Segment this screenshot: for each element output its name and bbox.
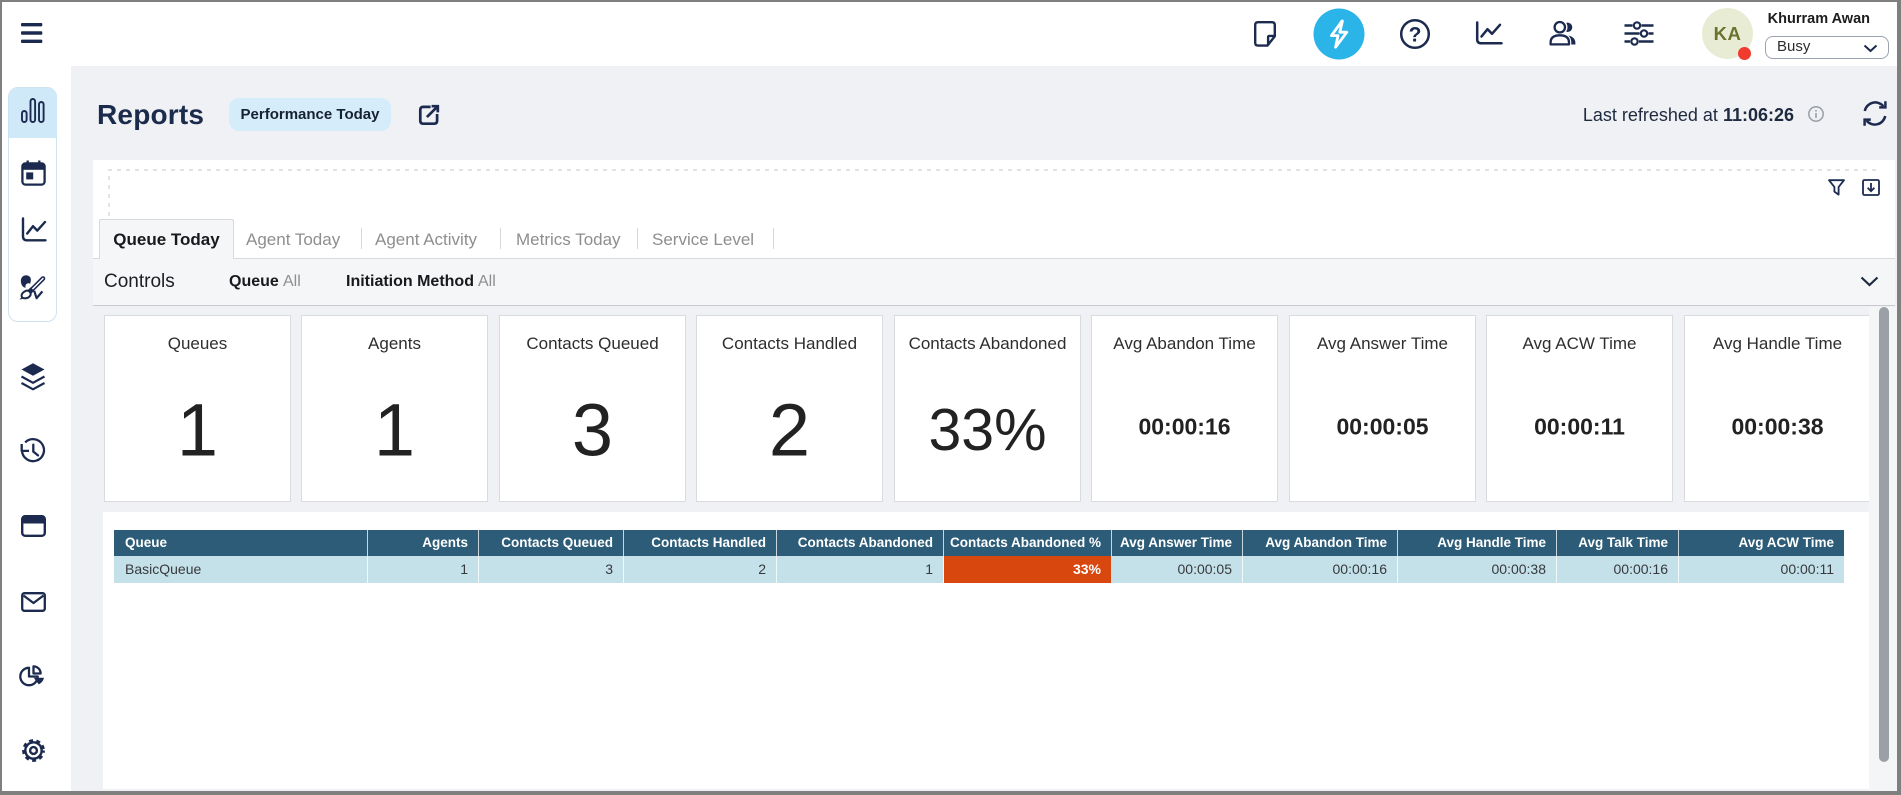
svg-text:?: ? [1409, 24, 1422, 47]
